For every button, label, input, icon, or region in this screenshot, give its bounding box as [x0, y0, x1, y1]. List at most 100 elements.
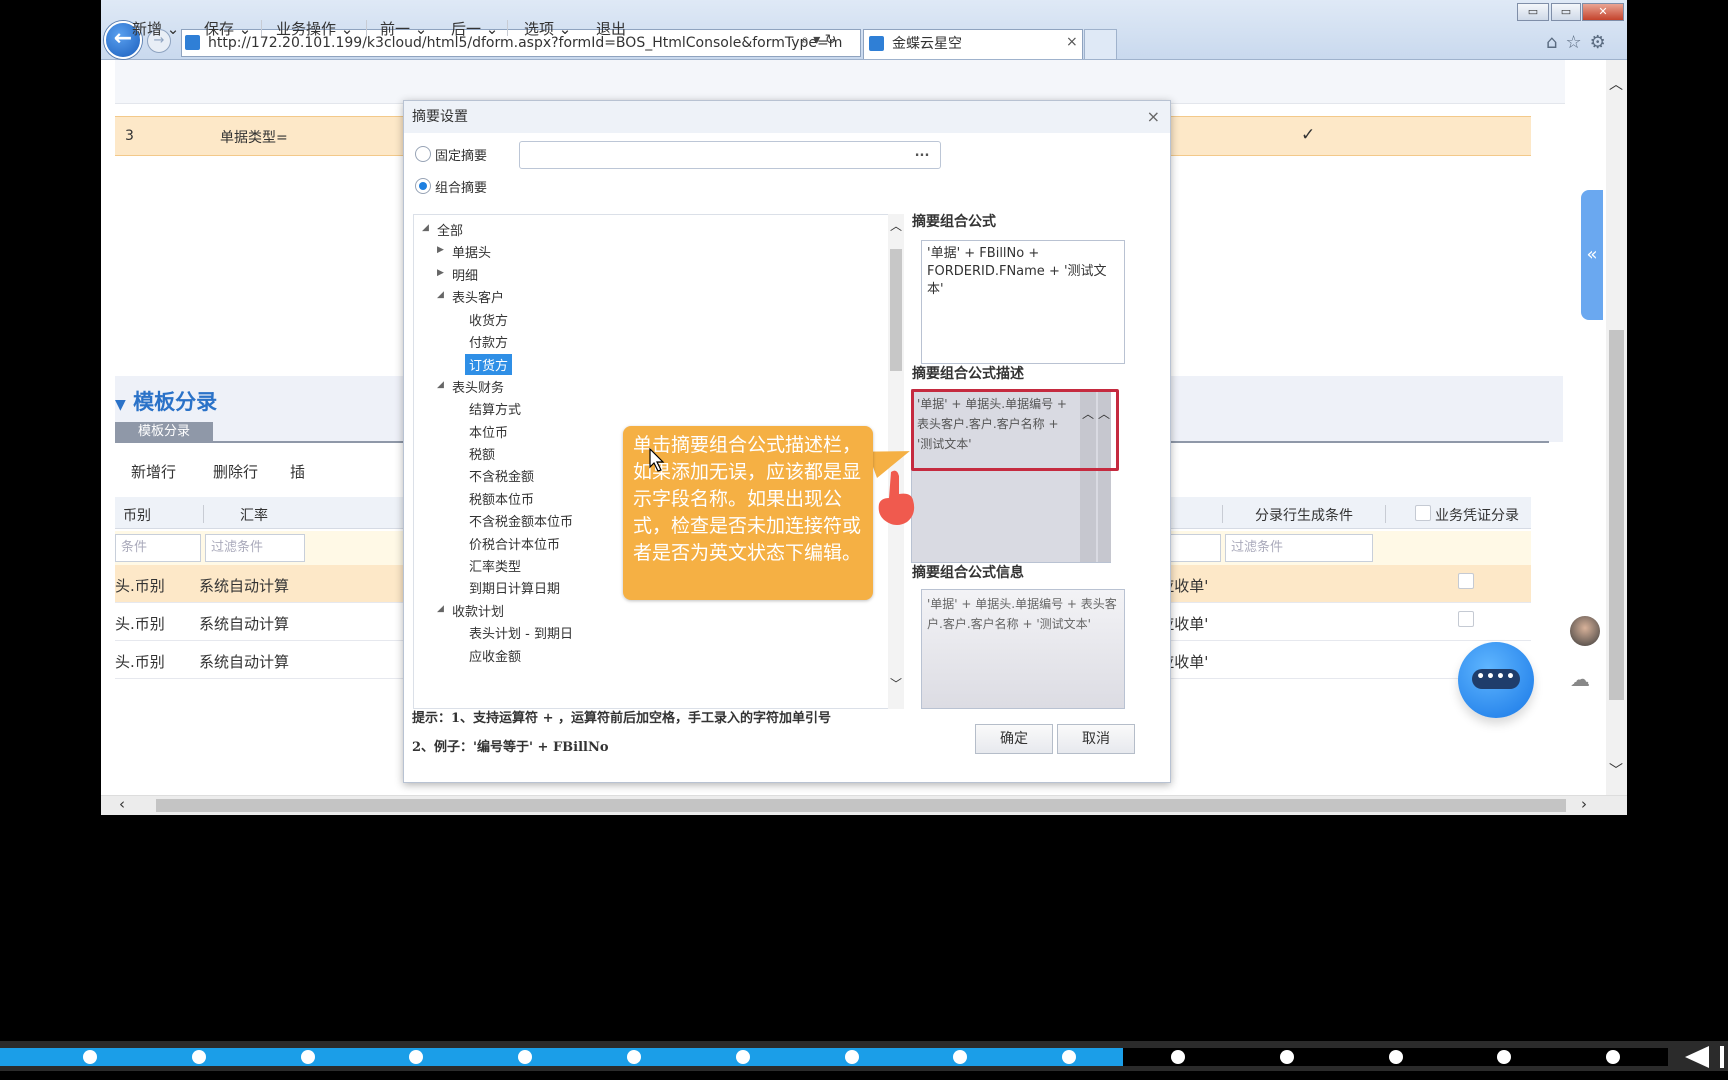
collapse-icon[interactable]: ◢	[437, 604, 444, 614]
timeline-marker[interactable]	[300, 1050, 315, 1064]
toolbar-next[interactable]: 后一 ⌄	[451, 18, 498, 39]
add-row-button[interactable]: 新增行	[131, 461, 176, 482]
scroll-thumb[interactable]	[156, 799, 1566, 812]
collapse-icon[interactable]: ▼	[115, 397, 126, 413]
collapse-icon[interactable]: ◢	[437, 380, 444, 390]
scroll-down-icon[interactable]: ﹀	[890, 675, 902, 692]
radio-fixed[interactable]	[415, 146, 431, 162]
browser-tab[interactable]: 金蝶云星空	[863, 29, 1083, 59]
filter-currency[interactable]: 条件	[115, 534, 201, 562]
tree-node[interactable]: 收货方	[469, 310, 508, 329]
ok-button[interactable]: 确定	[975, 724, 1053, 754]
avatar[interactable]	[1570, 616, 1600, 646]
header-voucher[interactable]: 业务凭证分录	[1435, 505, 1519, 525]
toolbar-save[interactable]: 保存 ⌄	[204, 18, 251, 39]
tree-node[interactable]: 本位币	[469, 422, 508, 441]
timeline-marker[interactable]	[1279, 1050, 1294, 1064]
header-condition[interactable]: 分录行生成条件	[1255, 505, 1353, 525]
scroll-down-icon[interactable]: ﹀	[1609, 760, 1623, 780]
insert-row-button[interactable]: 插	[290, 461, 305, 482]
row-checkbox[interactable]	[1458, 611, 1474, 627]
dialog-title: 摘要设置	[404, 101, 1170, 133]
toolbar-business[interactable]: 业务操作 ⌄	[276, 18, 353, 39]
tree-node[interactable]: 结算方式	[469, 399, 521, 418]
expand-icon[interactable]: ▶	[437, 245, 444, 255]
tree-node[interactable]: 付款方	[469, 332, 508, 351]
close-icon[interactable]: ×	[1147, 107, 1160, 126]
tree-node[interactable]: 汇率类型	[469, 556, 521, 575]
check-icon: ✓	[1301, 125, 1316, 145]
scroll-thumb[interactable]	[890, 249, 902, 371]
tree-node[interactable]: 不含税金额	[469, 466, 534, 485]
restore-button[interactable]: ▭	[1551, 3, 1581, 21]
delete-row-button[interactable]: 删除行	[213, 461, 258, 482]
collapse-icon[interactable]: ◢	[437, 290, 444, 300]
star-icon[interactable]: ☆	[1565, 32, 1589, 53]
header-currency[interactable]: 币别	[123, 505, 151, 525]
gear-icon[interactable]: ⚙	[1590, 32, 1614, 53]
cancel-button[interactable]: 取消	[1057, 724, 1135, 754]
timeline-marker[interactable]	[844, 1050, 859, 1064]
toolbar-prev[interactable]: 前一 ⌄	[380, 18, 427, 39]
tree-node[interactable]: 全部	[437, 220, 463, 239]
scroll-up-icon[interactable]: ︿	[1609, 74, 1623, 94]
toolbar-new[interactable]: 新增 ⌄	[132, 18, 179, 39]
section-tab[interactable]: 模板分录	[115, 422, 213, 442]
app-toolbar	[115, 60, 1565, 104]
chevron-down-icon: ⌄	[238, 20, 252, 38]
timeline-marker[interactable]	[627, 1050, 641, 1064]
browser-tools[interactable]: ⌂☆⚙	[1546, 32, 1614, 53]
tree-node[interactable]: 表头财务	[452, 377, 504, 396]
tree-node[interactable]: 税额本位币	[469, 489, 534, 508]
expand-icon[interactable]: ▶	[437, 268, 444, 278]
fixed-summary-input[interactable]	[519, 141, 941, 169]
voucher-checkbox[interactable]	[1415, 505, 1431, 521]
timeline-marker[interactable]	[735, 1050, 750, 1064]
play-back-icon[interactable]	[1685, 1046, 1709, 1068]
refresh-icon[interactable]: ↻	[825, 32, 837, 48]
ellipsis-button[interactable]: ...	[904, 141, 940, 169]
tree-node[interactable]: 应收金额	[469, 646, 521, 665]
tree-node[interactable]: 到期日计算日期	[469, 578, 560, 597]
cloud-icon[interactable]: ☁	[1570, 667, 1590, 691]
filter-rate[interactable]: 过滤条件	[205, 534, 305, 562]
timeline-marker[interactable]	[83, 1050, 97, 1064]
chat-bubble-icon[interactable]: ••••	[1472, 669, 1520, 689]
scroll-thumb[interactable]	[1609, 330, 1624, 700]
tree-node[interactable]: 明细	[452, 265, 478, 284]
tree-node[interactable]: 价税合计本位币	[469, 534, 560, 553]
minimize-button[interactable]: ▭	[1517, 3, 1549, 21]
tree-node[interactable]: 订货方	[465, 354, 513, 376]
tree-node[interactable]: 表头计划 - 到期日	[469, 623, 573, 642]
close-window-button[interactable]: ✕	[1582, 3, 1624, 21]
row-checkbox[interactable]	[1458, 573, 1474, 589]
tree-node[interactable]: 收款计划	[452, 601, 504, 620]
search-icon[interactable]: ⌕	[801, 32, 809, 48]
timeline-marker[interactable]	[1388, 1050, 1403, 1064]
scroll-right-icon[interactable]: ›	[1581, 795, 1587, 813]
dropdown-icon[interactable]: ▾	[813, 32, 820, 48]
home-icon[interactable]: ⌂	[1546, 32, 1565, 53]
section-title[interactable]: ▼ 模板分录	[115, 386, 217, 416]
header-rate[interactable]: 汇率	[240, 505, 268, 525]
cell-currency: 头.币别	[115, 577, 165, 595]
timeline-marker[interactable]	[191, 1050, 206, 1064]
cell-rate: 系统自动计算	[199, 577, 290, 595]
tree-node[interactable]: 税额	[469, 444, 495, 463]
scroll-left-icon[interactable]: ‹	[119, 795, 125, 813]
tab-close-icon[interactable]: ×	[1066, 34, 1078, 50]
tree-node[interactable]: 单据头	[452, 242, 491, 261]
tree-node[interactable]: 不含税金额本位币	[469, 511, 573, 530]
collapse-icon[interactable]: ◢	[422, 223, 429, 233]
filter-condition[interactable]: 过滤条件	[1225, 534, 1373, 562]
toolbar-options[interactable]: 选项 ⌄	[524, 18, 571, 39]
formula-textarea[interactable]: '单据' + FBillNo + FORDERID.FName + '测试文本'	[921, 240, 1125, 364]
tree-node[interactable]: 表头客户	[452, 287, 504, 306]
toolbar-exit[interactable]: 退出	[596, 18, 626, 39]
scroll-up-icon[interactable]: ︿	[890, 217, 902, 234]
address-tools[interactable]: ⌕ ▾ ↻	[801, 32, 859, 52]
radio-combo[interactable]	[415, 178, 431, 194]
new-tab-button[interactable]	[1084, 29, 1117, 59]
side-panel-toggle[interactable]: «	[1581, 190, 1603, 320]
timeline-marker[interactable]	[1171, 1050, 1185, 1064]
